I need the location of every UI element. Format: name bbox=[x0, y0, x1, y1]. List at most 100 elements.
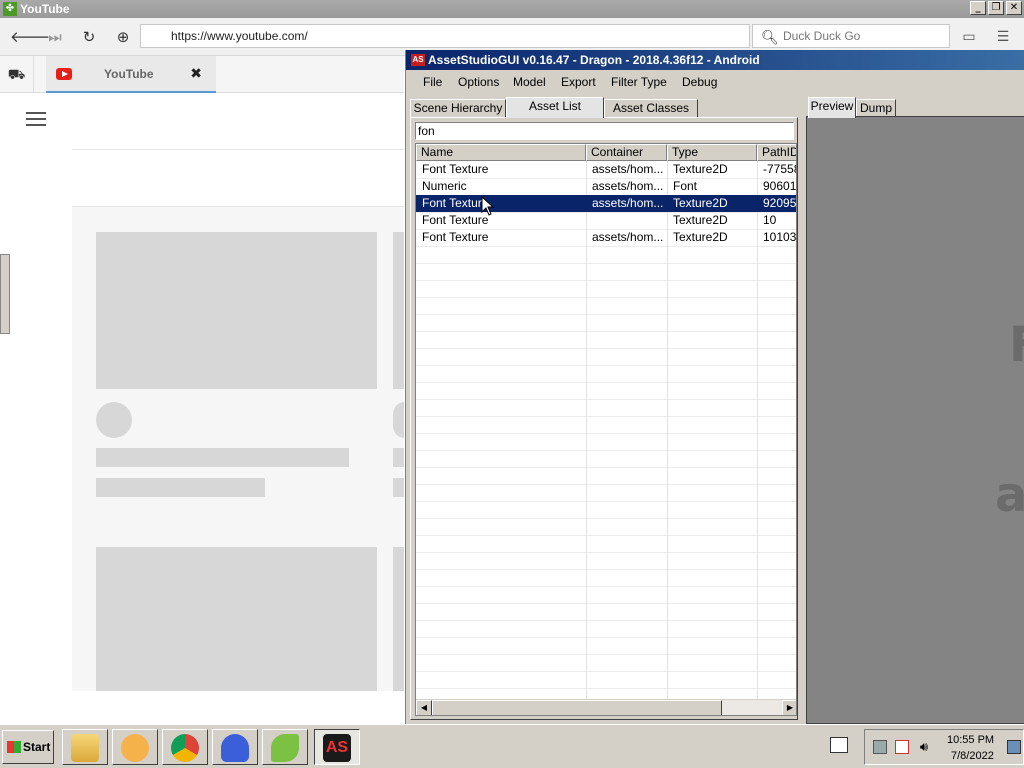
tab-asset-list[interactable]: Asset List bbox=[506, 97, 604, 118]
grid-line bbox=[416, 671, 796, 672]
column-header-container[interactable]: Container bbox=[586, 144, 667, 161]
tab-youtube[interactable]: YouTube ✖ bbox=[46, 56, 216, 93]
column-header-name[interactable]: Name bbox=[416, 144, 586, 161]
tab-preview[interactable]: Preview bbox=[808, 97, 856, 118]
table-header: Name Container Type PathID bbox=[416, 144, 796, 161]
volume-icon[interactable]: 🔊︎ bbox=[917, 740, 931, 754]
grid-line bbox=[416, 263, 796, 264]
scrollbar-thumb[interactable] bbox=[432, 700, 722, 715]
grid-line bbox=[416, 586, 796, 587]
video-thumbnail-placeholder[interactable] bbox=[393, 547, 404, 691]
chrome-taskbar-button[interactable] bbox=[162, 729, 208, 765]
pen-taskbar-button[interactable] bbox=[826, 733, 852, 759]
file-explorer-taskbar-button[interactable] bbox=[62, 729, 108, 765]
preview-glyph: F bbox=[1009, 317, 1024, 373]
cell-name: Font Texture bbox=[422, 196, 489, 210]
clock-time[interactable]: 10:55 PM bbox=[947, 734, 994, 746]
cell-container: assets/hom... bbox=[592, 179, 664, 193]
cell-pathid: 90601 bbox=[763, 179, 797, 193]
back-arrow-icon[interactable]: 🡐 bbox=[10, 26, 50, 48]
fast-forward-icon[interactable]: ⏭ bbox=[44, 26, 66, 48]
security-warning-icon[interactable] bbox=[895, 740, 909, 754]
cell-pathid: -77558 bbox=[763, 162, 797, 176]
table-row[interactable]: Font Texture assets/hom... Texture2D 10103 bbox=[416, 229, 796, 246]
cell-container: assets/hom... bbox=[592, 162, 664, 176]
scroll-left-arrow-icon[interactable]: ◀ bbox=[416, 700, 432, 715]
asset-list-table[interactable]: Name Container Type PathID Font Texture a… bbox=[415, 143, 797, 716]
grid-line bbox=[416, 348, 796, 349]
search-input[interactable]: 🔍︎ Duck Duck Go bbox=[752, 24, 950, 48]
sidebar-toggle-icon[interactable]: ⛟ bbox=[0, 56, 34, 92]
folder-icon bbox=[71, 734, 99, 762]
grid-line bbox=[416, 688, 796, 689]
grid-line bbox=[416, 297, 796, 298]
menu-debug[interactable]: Debug bbox=[682, 75, 717, 89]
bookmark-add-icon[interactable]: ⊕ bbox=[112, 26, 134, 48]
leaf-icon bbox=[271, 734, 299, 762]
cell-name: Font Texture bbox=[422, 162, 489, 176]
table-row[interactable]: Numeric assets/hom... Font 90601 bbox=[416, 178, 797, 195]
grid-line bbox=[416, 246, 796, 247]
extension-icon[interactable]: ▭ bbox=[958, 26, 980, 48]
table-row[interactable]: Font Texture assets/hom... Texture2D 92095 bbox=[416, 195, 796, 212]
tab-dump[interactable]: Dump bbox=[856, 99, 896, 117]
scroll-right-arrow-icon[interactable]: ▶ bbox=[782, 700, 796, 715]
avatar-placeholder bbox=[96, 402, 132, 438]
hamburger-menu-icon[interactable] bbox=[26, 112, 46, 126]
side-panel-handle[interactable] bbox=[0, 254, 10, 334]
reload-icon[interactable]: ↻ bbox=[78, 26, 100, 48]
close-window-button[interactable]: ✕ bbox=[1006, 1, 1022, 15]
mouse-cursor-icon bbox=[481, 196, 495, 216]
media-player-taskbar-button[interactable] bbox=[112, 729, 158, 765]
network-icon[interactable] bbox=[873, 740, 887, 754]
notepad-icon bbox=[830, 737, 848, 753]
preview-area: F a bbox=[806, 116, 1024, 724]
assetstudio-app-icon: AS bbox=[411, 54, 425, 66]
video-thumbnail-placeholder[interactable] bbox=[393, 232, 404, 389]
table-row[interactable]: Font Texture assets/hom... Texture2D -77558 bbox=[416, 161, 797, 178]
browser-icon bbox=[221, 734, 249, 762]
close-tab-icon[interactable]: ✖ bbox=[190, 65, 202, 82]
cell-type: Texture2D bbox=[673, 230, 728, 244]
divider bbox=[72, 149, 404, 150]
grid-line bbox=[416, 280, 796, 281]
column-header-type[interactable]: Type bbox=[667, 144, 757, 161]
url-input[interactable]: https://www.youtube.com/ bbox=[140, 24, 750, 48]
show-desktop-icon[interactable] bbox=[1007, 740, 1021, 754]
menu-filter-type[interactable]: Filter Type bbox=[611, 75, 667, 89]
cell-pathid: 10 bbox=[763, 213, 777, 227]
maximize-button[interactable]: ❐ bbox=[988, 1, 1004, 15]
search-icon: 🔍︎ bbox=[761, 29, 779, 45]
assetstudio-taskbar-button[interactable]: AS bbox=[314, 729, 360, 765]
grid-line bbox=[416, 433, 796, 434]
filter-input[interactable]: fon bbox=[415, 122, 794, 140]
tab-scene-hierarchy[interactable]: Scene Hierarchy bbox=[410, 99, 506, 117]
cell-name: Numeric bbox=[422, 179, 467, 193]
menu-model[interactable]: Model bbox=[513, 75, 546, 89]
leaf-app-taskbar-button[interactable] bbox=[262, 729, 308, 765]
menu-file[interactable]: File bbox=[423, 75, 442, 89]
tab-asset-classes[interactable]: Asset Classes bbox=[604, 99, 698, 117]
menu-icon[interactable]: ☰ bbox=[992, 26, 1014, 48]
horizontal-scrollbar[interactable]: ◀ ▶ bbox=[416, 699, 796, 715]
assetstudio-window: AS AssetStudioGUI v0.16.47 - Dragon - 20… bbox=[405, 50, 1024, 724]
grid-line bbox=[416, 603, 796, 604]
video-thumbnail-placeholder[interactable] bbox=[96, 232, 377, 389]
assetstudio-title: AssetStudioGUI v0.16.47 - Dragon - 2018.… bbox=[428, 53, 760, 67]
grid-line bbox=[416, 467, 796, 468]
video-thumbnail-placeholder[interactable] bbox=[96, 547, 377, 691]
youtube-logo-icon bbox=[56, 68, 72, 80]
grid-line bbox=[416, 637, 796, 638]
table-row[interactable]: Font Texture Texture2D 10 bbox=[416, 212, 796, 229]
menu-export[interactable]: Export bbox=[561, 75, 596, 89]
browser-tabstrip: ⛟ YouTube ✖ bbox=[0, 56, 404, 93]
clock-date[interactable]: 7/8/2022 bbox=[951, 750, 994, 762]
start-button[interactable]: Start bbox=[2, 730, 54, 764]
browser-taskbar-button[interactable] bbox=[212, 729, 258, 765]
column-header-pathid[interactable]: PathID bbox=[757, 144, 796, 161]
minimize-button[interactable]: _ bbox=[970, 1, 986, 15]
grid-line bbox=[416, 382, 796, 383]
grid-line bbox=[416, 518, 796, 519]
menu-options[interactable]: Options bbox=[458, 75, 499, 89]
meta-placeholder bbox=[393, 478, 404, 497]
